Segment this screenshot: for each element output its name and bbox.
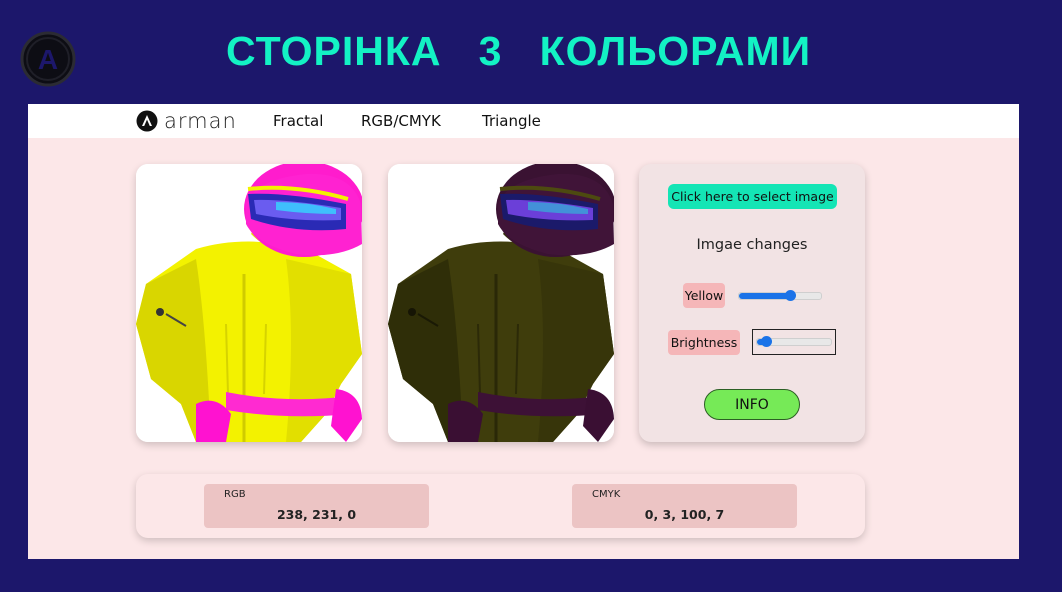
cmyk-value-box: CMYK 0, 3, 100, 7 — [572, 484, 797, 528]
modified-image — [388, 164, 614, 442]
yellow-label: Yellow — [683, 283, 725, 308]
nav-link-rgb-cmyk[interactable]: RGB/CMYK — [361, 112, 441, 130]
rgb-value: 238, 231, 0 — [276, 507, 357, 522]
cmyk-value: 0, 3, 100, 7 — [644, 507, 725, 522]
app-window: arman Fractal RGB/CMYK Triangle Click he… — [28, 104, 1019, 559]
nav-link-fractal[interactable]: Fractal — [273, 112, 323, 130]
slide-logo: A — [20, 31, 76, 87]
original-image-card — [136, 164, 362, 442]
a-logo-icon: A — [20, 31, 76, 87]
modified-image-card — [388, 164, 614, 442]
navbar: arman Fractal RGB/CMYK Triangle — [28, 104, 1019, 138]
brightness-slider-thumb[interactable] — [761, 336, 772, 347]
brand-logo[interactable]: arman — [136, 108, 237, 134]
brightness-label: Brightness — [668, 330, 740, 355]
slide-title: СТОРІНКА 3 КОЛЬОРАМИ — [226, 28, 812, 74]
yellow-slider[interactable] — [738, 290, 822, 301]
info-button[interactable]: INFO — [704, 389, 800, 420]
yellow-slider-fill — [739, 293, 790, 299]
svg-text:A: A — [38, 44, 58, 75]
yellow-slider-thumb[interactable] — [785, 290, 796, 301]
arman-logo-icon — [136, 110, 158, 132]
image-changes-title: Imgae changes — [696, 237, 808, 253]
brightness-slider-box — [752, 329, 836, 355]
select-image-button[interactable]: Click here to select image — [668, 184, 837, 209]
color-values-panel: RGB 238, 231, 0 CMYK 0, 3, 100, 7 — [136, 474, 865, 538]
rgb-value-box: RGB 238, 231, 0 — [204, 484, 429, 528]
cmyk-label: CMYK — [592, 489, 621, 500]
original-image — [136, 164, 362, 442]
image-controls-panel: Click here to select image Imgae changes… — [639, 164, 865, 442]
rgb-label: RGB — [224, 489, 246, 500]
brand-name: arman — [164, 109, 237, 133]
brightness-slider[interactable] — [756, 336, 832, 347]
nav-link-triangle[interactable]: Triangle — [482, 112, 541, 130]
